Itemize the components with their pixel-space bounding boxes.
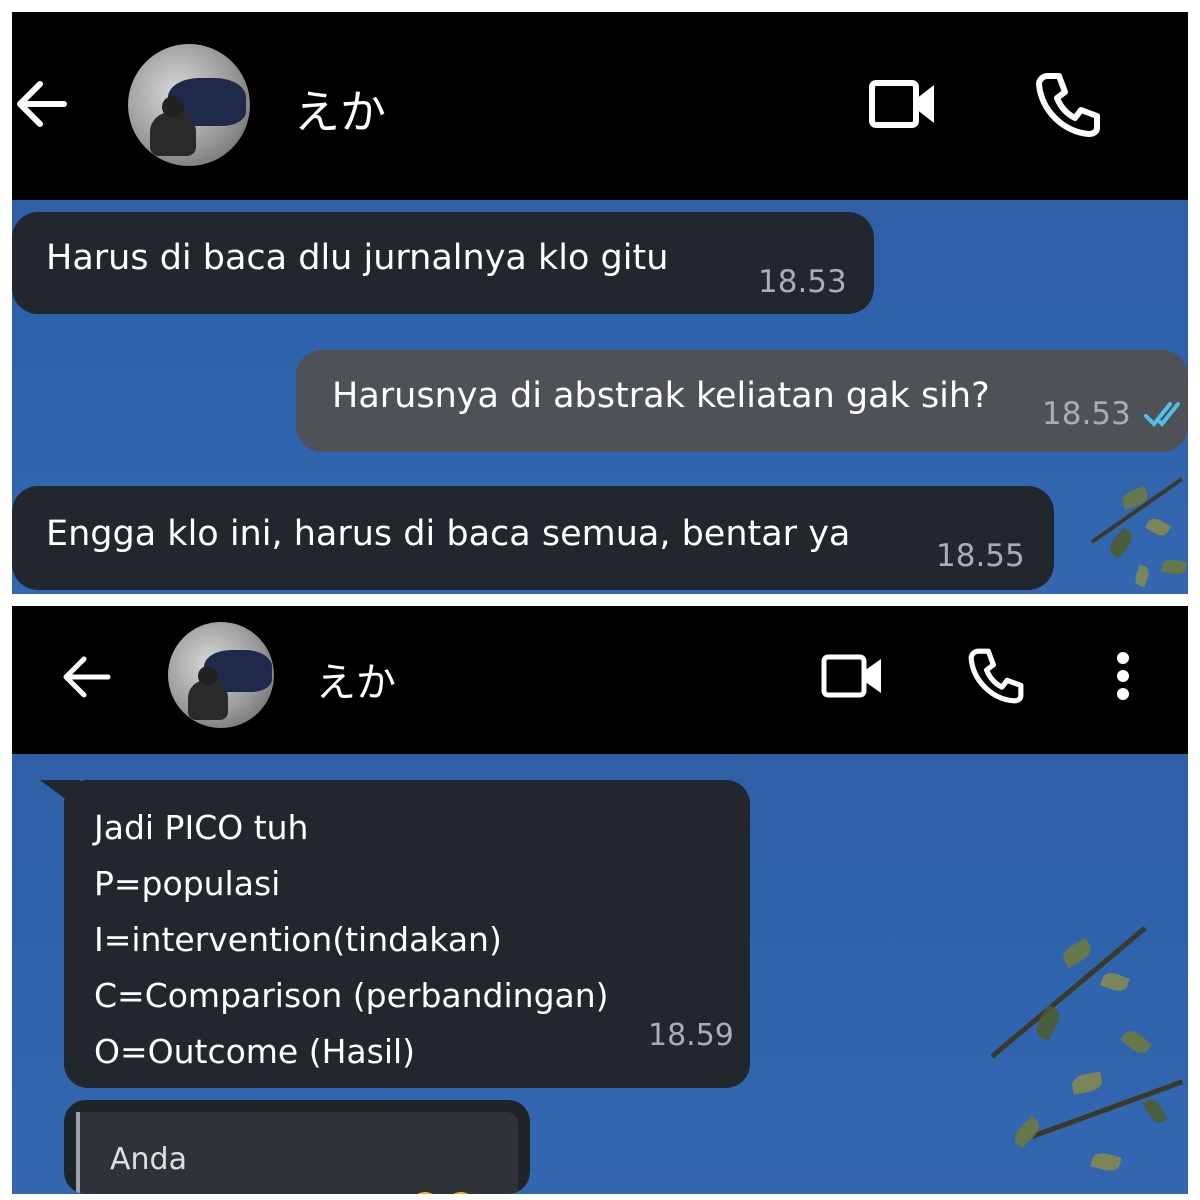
- chat-screenshot-top: えか Harus di baca dlu jurnalnya klo gitu …: [12, 12, 1188, 594]
- chat-screenshot-bottom: えか Jadi PICO tuh P=populasi I=interventi…: [12, 606, 1188, 1194]
- voice-call-icon[interactable]: [1030, 70, 1106, 140]
- message-time: 18.55: [936, 538, 1025, 574]
- contact-name[interactable]: えか: [316, 650, 396, 708]
- quoted-reply-preview[interactable]: Anda: [64, 1100, 530, 1194]
- chat-header: えか: [12, 606, 1188, 754]
- back-arrow-icon[interactable]: [12, 74, 68, 134]
- message-text: Harusnya di abstrak keliatan gak sih?: [332, 376, 990, 416]
- message-text: Jadi PICO tuh P=populasi I=intervention(…: [94, 800, 609, 1080]
- back-arrow-icon[interactable]: [58, 652, 114, 702]
- video-call-icon[interactable]: [818, 650, 888, 702]
- message-line: I=intervention(tindakan): [94, 920, 502, 959]
- emoji-icon: [446, 1192, 476, 1194]
- message-text: Harus di baca dlu jurnalnya klo gitu: [46, 238, 669, 278]
- video-call-icon[interactable]: [864, 74, 944, 134]
- chat-header: えか: [12, 12, 1188, 200]
- message-text: Engga klo ini, harus di baca semua, bent…: [46, 514, 851, 554]
- message-bubble-incoming[interactable]: Engga klo ini, harus di baca semua, bent…: [12, 486, 1054, 590]
- message-line: P=populasi: [94, 864, 281, 903]
- message-time: 18.53: [1042, 396, 1131, 432]
- contact-name[interactable]: えか: [294, 76, 386, 142]
- message-time: 18.59: [648, 1018, 734, 1053]
- voice-call-icon[interactable]: [964, 646, 1028, 706]
- message-bubble-outgoing[interactable]: Harusnya di abstrak keliatan gak sih? 18…: [296, 350, 1188, 452]
- foliage-decoration: [972, 874, 1188, 1194]
- message-line: Jadi PICO tuh: [94, 808, 309, 847]
- read-ticks-icon: [1144, 400, 1184, 430]
- avatar[interactable]: [168, 622, 274, 728]
- emoji-icon: [410, 1192, 440, 1194]
- bubble-tail: [40, 780, 80, 810]
- message-bubble-incoming[interactable]: Harus di baca dlu jurnalnya klo gitu 18.…: [12, 212, 874, 314]
- avatar[interactable]: [128, 44, 250, 166]
- foliage-decoration: [1052, 450, 1188, 594]
- message-line: C=Comparison (perbandingan): [94, 976, 609, 1015]
- reply-body: Anda: [80, 1112, 518, 1194]
- message-line: O=Outcome (Hasil): [94, 1032, 416, 1071]
- message-time: 18.53: [758, 264, 847, 300]
- reply-sender: Anda: [110, 1142, 187, 1177]
- more-options-icon[interactable]: [1106, 646, 1140, 706]
- message-bubble-incoming[interactable]: Jadi PICO tuh P=populasi I=intervention(…: [64, 780, 750, 1088]
